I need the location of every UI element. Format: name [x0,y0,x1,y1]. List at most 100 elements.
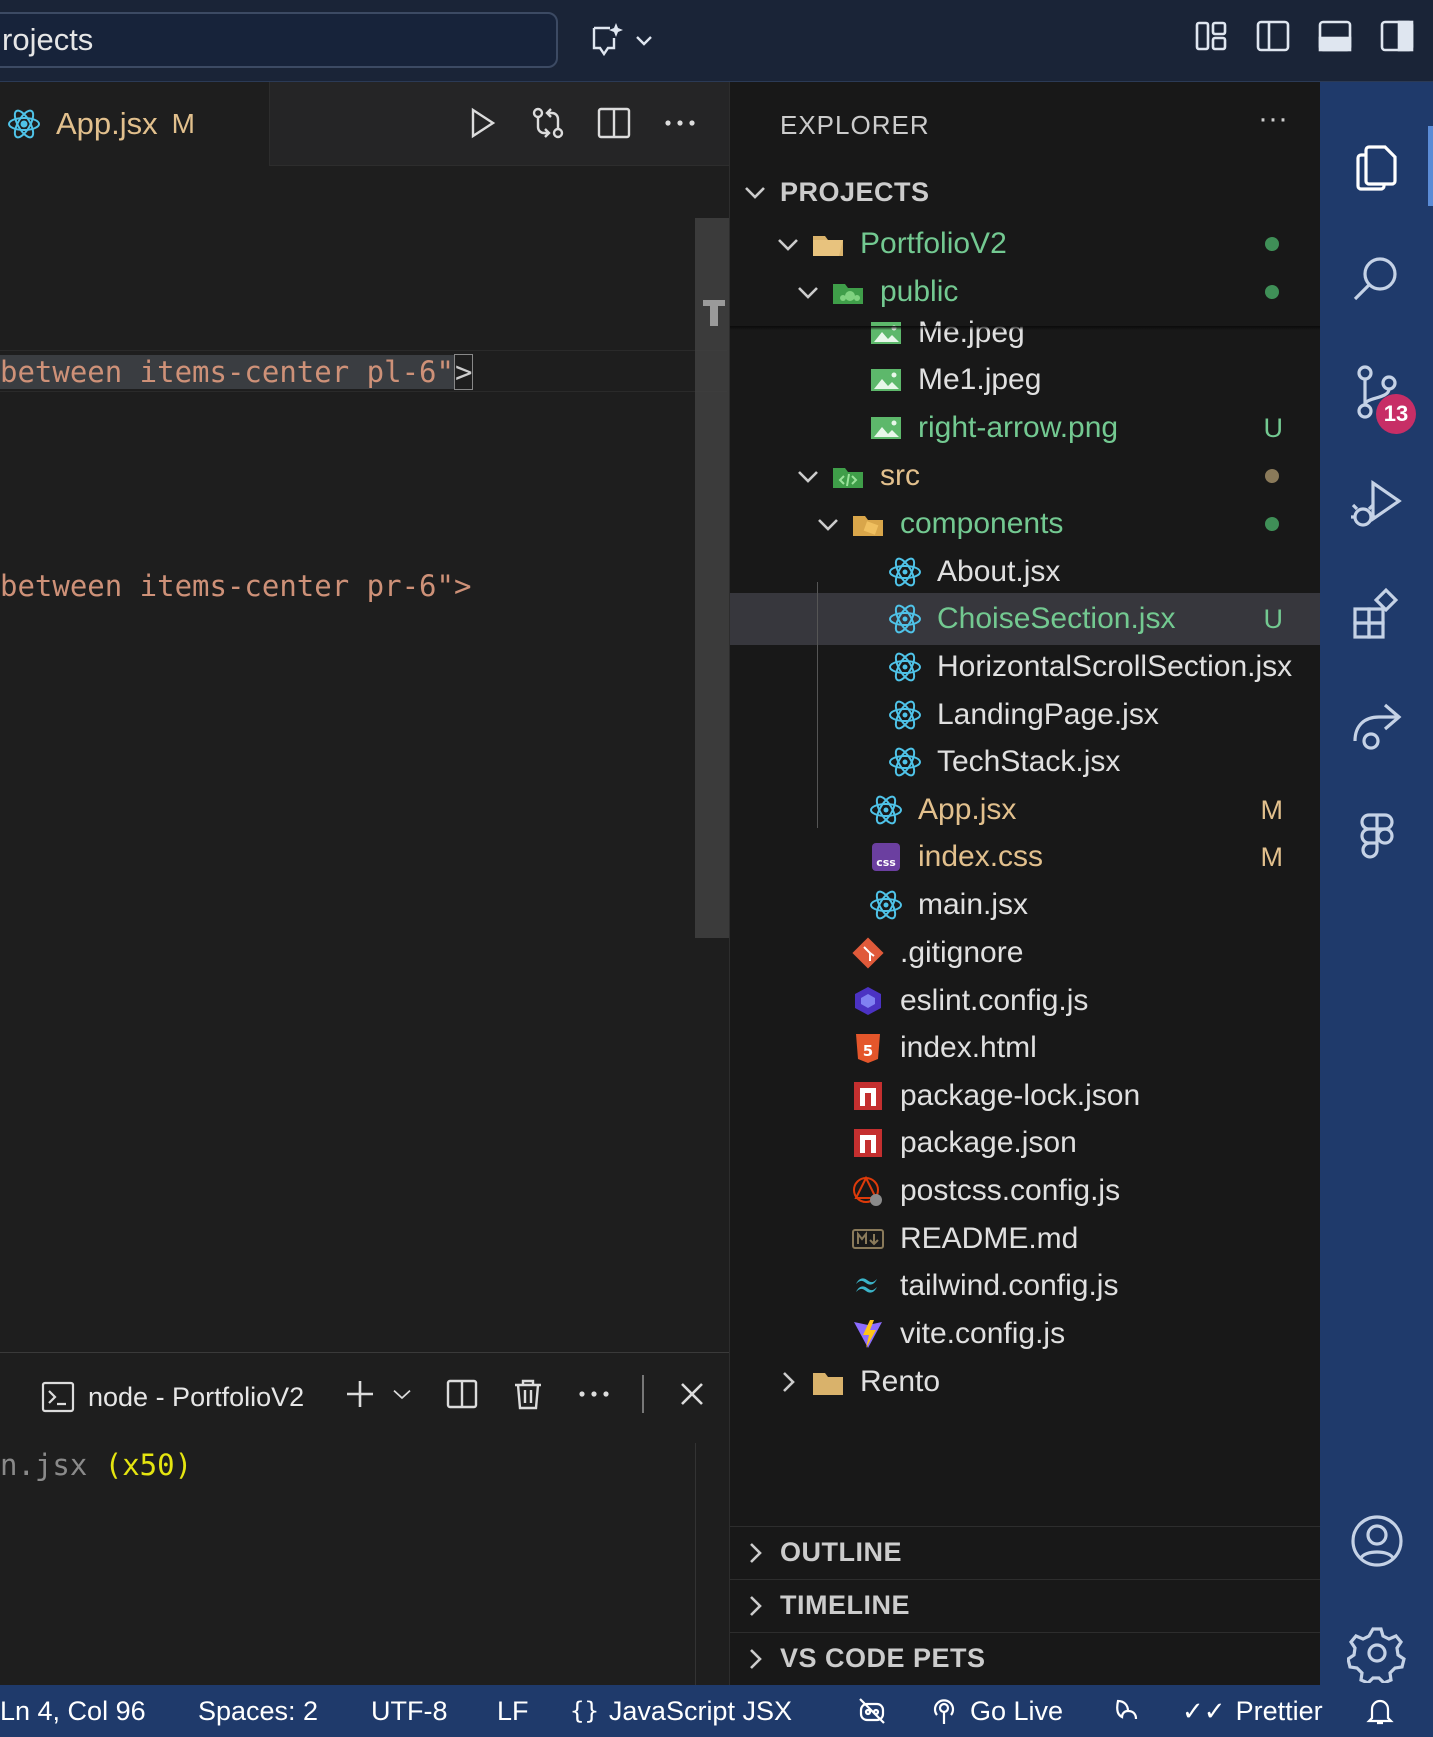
copilot-button[interactable] [588,18,668,62]
tree-item-label: Rento [860,1365,941,1398]
tree-item[interactable]: components [730,498,1321,550]
toggle-panel-icon[interactable] [1317,18,1353,54]
tree-item[interactable]: right-arrow.png U [730,402,1321,454]
activity-accounts[interactable] [1320,1486,1433,1596]
tree-twistie [845,736,885,788]
status-prettier[interactable]: ✓✓ Prettier [1182,1685,1323,1737]
folder-icon [808,1362,848,1402]
tree-twistie[interactable] [768,218,808,270]
tree-item[interactable]: TechStack.jsx [730,736,1321,788]
tree-item-label: .gitignore [900,936,1024,969]
react-icon [866,885,906,925]
tree-item[interactable]: HorizontalScrollSection.jsx [730,641,1321,693]
tree-item[interactable]: package-lock.json [730,1070,1321,1122]
tree-item[interactable]: postcss.config.js [730,1165,1321,1217]
tree-item[interactable]: src [730,450,1321,502]
status-copilot[interactable] [856,1685,888,1737]
outline-section-header[interactable]: OUTLINE [730,1526,1321,1578]
more-actions-icon[interactable] [576,1376,612,1412]
customize-layout-icon[interactable] [1193,18,1229,54]
timeline-section-header[interactable]: TIMELINE [730,1579,1321,1631]
tree-item[interactable]: Me1.jpeg [730,354,1321,406]
tab-label: App.jsx [56,106,158,141]
tree-item[interactable]: Rento [730,1356,1321,1408]
tree-item[interactable]: Me.jpeg [730,307,1321,359]
status-eol[interactable]: LF [497,1685,529,1737]
terminal-tab[interactable]: node - PortfolioV2 [40,1379,304,1415]
tree-item[interactable]: LandingPage.jsx [730,689,1321,741]
tree-twistie [826,784,866,836]
language-label: JavaScript JSX [608,1695,792,1726]
tree-item-label: postcss.config.js [900,1174,1121,1207]
tree-twistie[interactable] [768,1356,808,1408]
svg-text:css: css [876,856,896,869]
tree-item[interactable]: vite.config.js [730,1308,1321,1360]
tree-item[interactable]: 5 index.html [730,1022,1321,1074]
toggle-secondary-sidebar-icon[interactable] [1379,18,1415,54]
react-icon [8,109,40,139]
tree-item[interactable]: tailwind.config.js [730,1260,1321,1312]
activity-extensions[interactable] [1320,560,1433,670]
more-actions-icon[interactable] [661,104,699,142]
split-editor-icon[interactable] [595,104,633,142]
explorer-more-button[interactable]: ··· [1258,102,1288,136]
tree-twistie [808,1308,848,1360]
split-terminal-icon[interactable] [444,1376,480,1412]
tree-item[interactable]: package.json [730,1117,1321,1169]
status-cursor-position[interactable]: Ln 4, Col 96 [0,1685,146,1737]
status-feedback[interactable] [1110,1685,1142,1737]
gear-icon [1346,1627,1406,1683]
vscode-pets-section-header[interactable]: VS CODE PETS [730,1632,1321,1684]
tree-twistie[interactable] [808,498,848,550]
tree-item[interactable]: ChoiseSection.jsx U [730,593,1321,645]
editor-scrollbar[interactable] [695,218,729,938]
tree-twistie [808,1117,848,1169]
compare-changes-icon[interactable] [529,104,567,142]
editor-tab-app-jsx[interactable]: App.jsx M [0,82,270,166]
activity-source-control[interactable]: 13 [1320,336,1433,446]
tree-item[interactable]: .gitignore [730,927,1321,979]
projects-section-header[interactable]: PROJECTS [730,166,1321,218]
tree-item[interactable]: css index.css M [730,831,1321,883]
activity-live-share[interactable] [1320,672,1433,782]
activity-explorer[interactable] [1320,112,1433,222]
terminal-scrollbar[interactable] [695,1443,729,1686]
tree-item[interactable]: PortfolioV2 [730,218,1321,270]
status-language-mode[interactable]: {} JavaScript JSX [570,1685,792,1737]
tree-twistie [808,1022,848,1074]
tree-item[interactable]: About.jsx [730,546,1321,598]
command-center-search[interactable]: rojects [0,12,558,68]
tree-twistie [808,1070,848,1122]
chevron-down-icon [778,239,798,251]
tree-item[interactable]: eslint.config.js [730,975,1321,1027]
trash-icon[interactable] [510,1376,546,1412]
tree-item-label: ChoiseSection.jsx [937,602,1176,635]
new-terminal-icon[interactable] [342,1376,378,1412]
run-icon[interactable] [463,104,501,142]
status-indentation[interactable]: Spaces: 2 [198,1685,318,1737]
tree-item[interactable]: README.md [730,1213,1321,1265]
chevron-right-icon [750,1595,762,1616]
activity-run-debug[interactable] [1320,448,1433,558]
activity-figma[interactable] [1320,784,1433,894]
close-icon[interactable] [674,1376,710,1412]
tree-item[interactable]: App.jsx M [730,784,1321,836]
indent-guide [817,582,818,828]
tree-item[interactable]: main.jsx [730,879,1321,931]
react-icon [885,695,925,735]
outline-label: OUTLINE [780,1537,902,1567]
matching-bracket: > [453,354,474,390]
tree-item-label: components [900,507,1064,540]
code-area[interactable]: between items-center pl-6"> between item… [0,166,729,1352]
status-bar: Ln 4, Col 96 Spaces: 2 UTF-8 LF {} JavaS… [0,1685,1433,1737]
chevron-down-icon[interactable] [390,1376,414,1412]
status-encoding[interactable]: UTF-8 [371,1685,448,1737]
activity-search[interactable] [1320,224,1433,334]
public-folder-icon [828,272,868,312]
tree-twistie [826,402,866,454]
feedback-icon [1116,1699,1138,1720]
status-go-live[interactable]: Go Live [928,1685,1063,1737]
tree-twistie[interactable] [788,450,828,502]
toggle-primary-sidebar-icon[interactable] [1255,18,1291,54]
status-notifications[interactable] [1364,1685,1396,1737]
